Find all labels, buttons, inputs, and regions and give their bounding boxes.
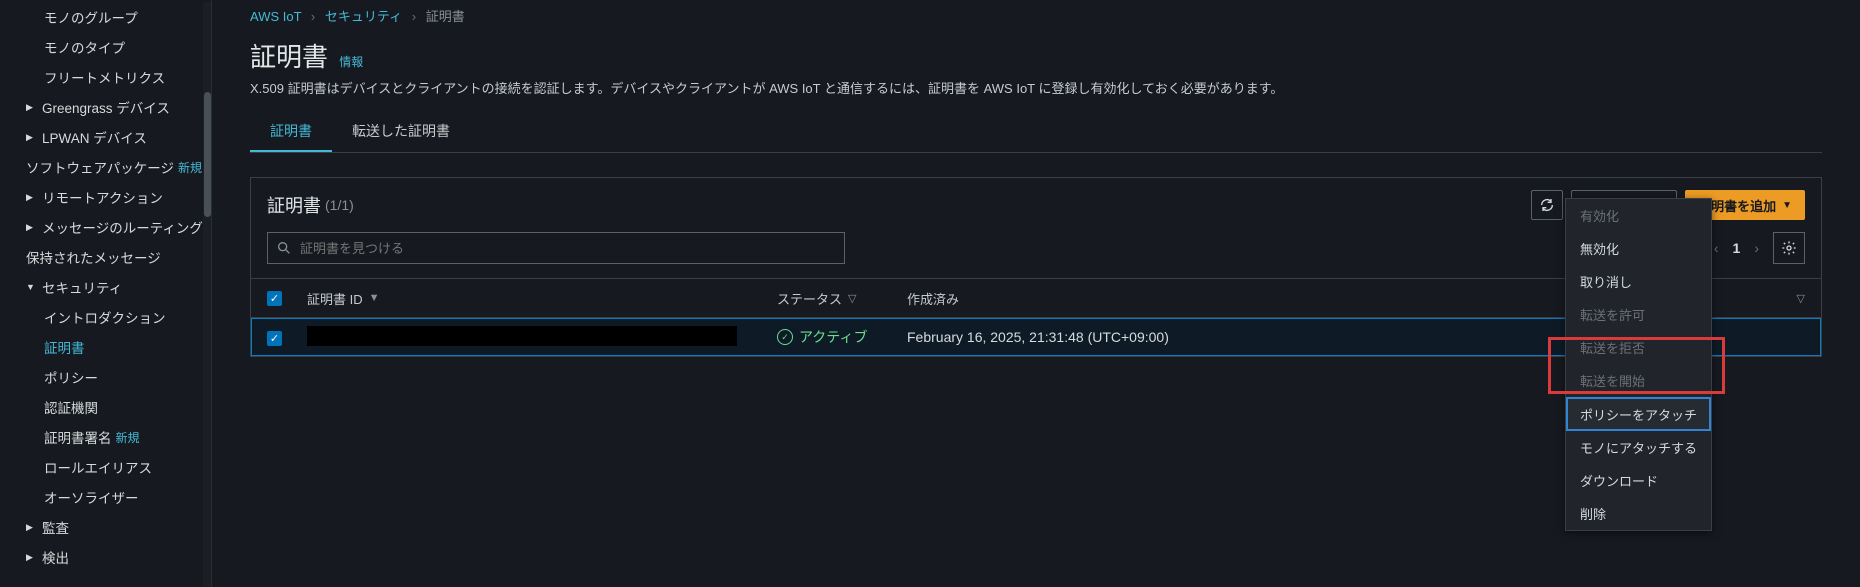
refresh-icon [1539,197,1555,213]
new-badge: 新規 [178,159,202,176]
panel-title: 証明書 [267,192,321,218]
action-menu-item[interactable]: 取り消し [1566,265,1711,298]
sidebar-item-label: 検出 [42,547,69,567]
action-menu-item: 転送を許可 [1566,298,1711,331]
sidebar-item-label: メッセージのルーティング [42,217,203,237]
sidebar-item[interactable]: メッセージのルーティング [0,212,211,242]
breadcrumb-sep: › [311,9,315,24]
sidebar-item[interactable]: 保持されたメッセージ [0,242,211,272]
new-badge: 新規 [116,429,140,446]
sidebar-item-label: モノのタイプ [44,37,125,57]
column-header-created[interactable]: 作成済み [907,289,1277,308]
page-description: X.509 証明書はデバイスとクライアントの接続を認証します。デバイスやクライア… [250,78,1822,97]
breadcrumb-link-root[interactable]: AWS IoT [250,9,301,24]
sidebar-item-label: 監査 [42,517,69,537]
action-menu-item[interactable]: ダウンロード [1566,464,1711,497]
breadcrumb-current: 証明書 [426,9,465,24]
tab-certificates[interactable]: 証明書 [250,111,332,152]
select-all-checkbox[interactable]: ✓ [267,291,282,306]
sidebar-item-label: リモートアクション [42,187,163,207]
sidebar-item-label: 証明書署名 [44,427,112,447]
refresh-button[interactable] [1531,190,1563,220]
sidebar-item-label: LPWAN デバイス [42,127,147,147]
check-circle-icon: ✓ [777,329,793,345]
action-menu-item[interactable]: ポリシーをアタッチ [1566,397,1711,431]
action-menu-item: 転送を開始 [1566,364,1711,397]
tab-transferred-certificates[interactable]: 転送した証明書 [332,111,470,152]
panel-count: (1/1) [325,197,354,213]
sidebar-item-label: イントロダクション [44,307,166,327]
sidebar-item[interactable]: オーソライザー [0,482,211,512]
action-menu-item[interactable]: モノにアタッチする [1566,431,1711,464]
sidebar-item[interactable]: Greengrass デバイス [0,92,211,122]
breadcrumb: AWS IoT › セキュリティ › 証明書 [250,4,1822,31]
sort-icon: ▽ [848,292,856,305]
sort-icon: ▼ [369,292,380,304]
sidebar-scrollbar-thumb[interactable] [204,92,211,217]
sidebar-item[interactable]: LPWAN デバイス [0,122,211,152]
caret-down-icon: ▼ [1782,200,1792,211]
column-header-status[interactable]: ステータス▽ [777,289,907,308]
status-badge: ✓ アクティブ [777,327,867,347]
sidebar-item-label: Greengrass デバイス [42,97,170,117]
search-box[interactable] [267,232,845,264]
sidebar-item[interactable]: ロールエイリアス [0,452,211,482]
sidebar-item-label: オーソライザー [44,487,139,507]
sidebar-item[interactable]: セキュリティ [0,272,211,302]
page-number: 1 [1733,240,1741,256]
sidebar-item[interactable]: フリートメトリクス [0,62,211,92]
sidebar-item[interactable]: リモートアクション [0,182,211,212]
action-menu-item[interactable]: 無効化 [1566,232,1711,265]
sidebar-scrollbar-track[interactable] [203,2,211,587]
sidebar-item[interactable]: ポリシー [0,362,211,392]
column-header-id[interactable]: 証明書 ID▼ [307,289,777,308]
sidebar-item[interactable]: ソフトウェアパッケージ新規 [0,152,211,182]
sidebar-item-label: ポリシー [44,367,98,387]
sidebar-item-label: フリートメトリクス [44,67,165,87]
sidebar-item-label: セキュリティ [42,277,122,297]
action-menu-item: 有効化 [1566,199,1711,232]
row-checkbox[interactable]: ✓ [267,331,282,346]
sidebar-item-label: 保持されたメッセージ [26,247,161,267]
sidebar-item-label: ソフトウェアパッケージ [26,157,174,177]
sidebar-item[interactable]: モノのグループ [0,2,211,32]
info-link[interactable]: 情報 [339,55,363,69]
sidebar-item[interactable]: 検出 [0,542,211,572]
sidebar-item[interactable]: イントロダクション [0,302,211,332]
sidebar: モノのグループモノのタイプフリートメトリクス Greengrass デバイス LPW… [0,0,212,587]
main-content: AWS IoT › セキュリティ › 証明書 証明書 情報 X.509 証明書は… [212,0,1860,587]
search-icon [276,240,292,256]
certificate-id[interactable] [307,326,737,346]
page-title: 証明書 情報 [250,37,1822,74]
column-header-expiry[interactable]: ▽ [1277,292,1805,305]
sidebar-item[interactable]: モノのタイプ [0,32,211,62]
breadcrumb-link-security[interactable]: セキュリティ [325,9,402,24]
sidebar-item[interactable]: 認証機関 [0,392,211,422]
sidebar-item-label: 認証機関 [44,397,98,417]
tabs: 証明書 転送した証明書 [250,111,1822,153]
gear-icon [1781,240,1797,256]
sidebar-item[interactable]: 証明書 [0,332,211,362]
sidebar-item[interactable]: 監査 [0,512,211,542]
settings-button[interactable] [1773,232,1805,264]
sidebar-item-label: ロールエイリアス [44,457,152,477]
sidebar-item-label: モノのグループ [44,7,138,27]
action-menu-item: 転送を拒否 [1566,331,1711,364]
page-next[interactable]: › [1748,240,1765,256]
action-menu-item[interactable]: 削除 [1566,497,1711,530]
created-date: February 16, 2025, 21:31:48 (UTC+09:00) [907,329,1277,345]
action-menu: 有効化無効化取り消し転送を許可転送を拒否転送を開始ポリシーをアタッチモノにアタッ… [1565,198,1712,531]
sidebar-item-label: 証明書 [44,337,85,357]
search-input[interactable] [298,240,836,257]
sidebar-item[interactable]: 証明書署名新規 [0,422,211,452]
sort-icon: ▽ [1797,292,1805,305]
breadcrumb-sep: › [412,9,416,24]
